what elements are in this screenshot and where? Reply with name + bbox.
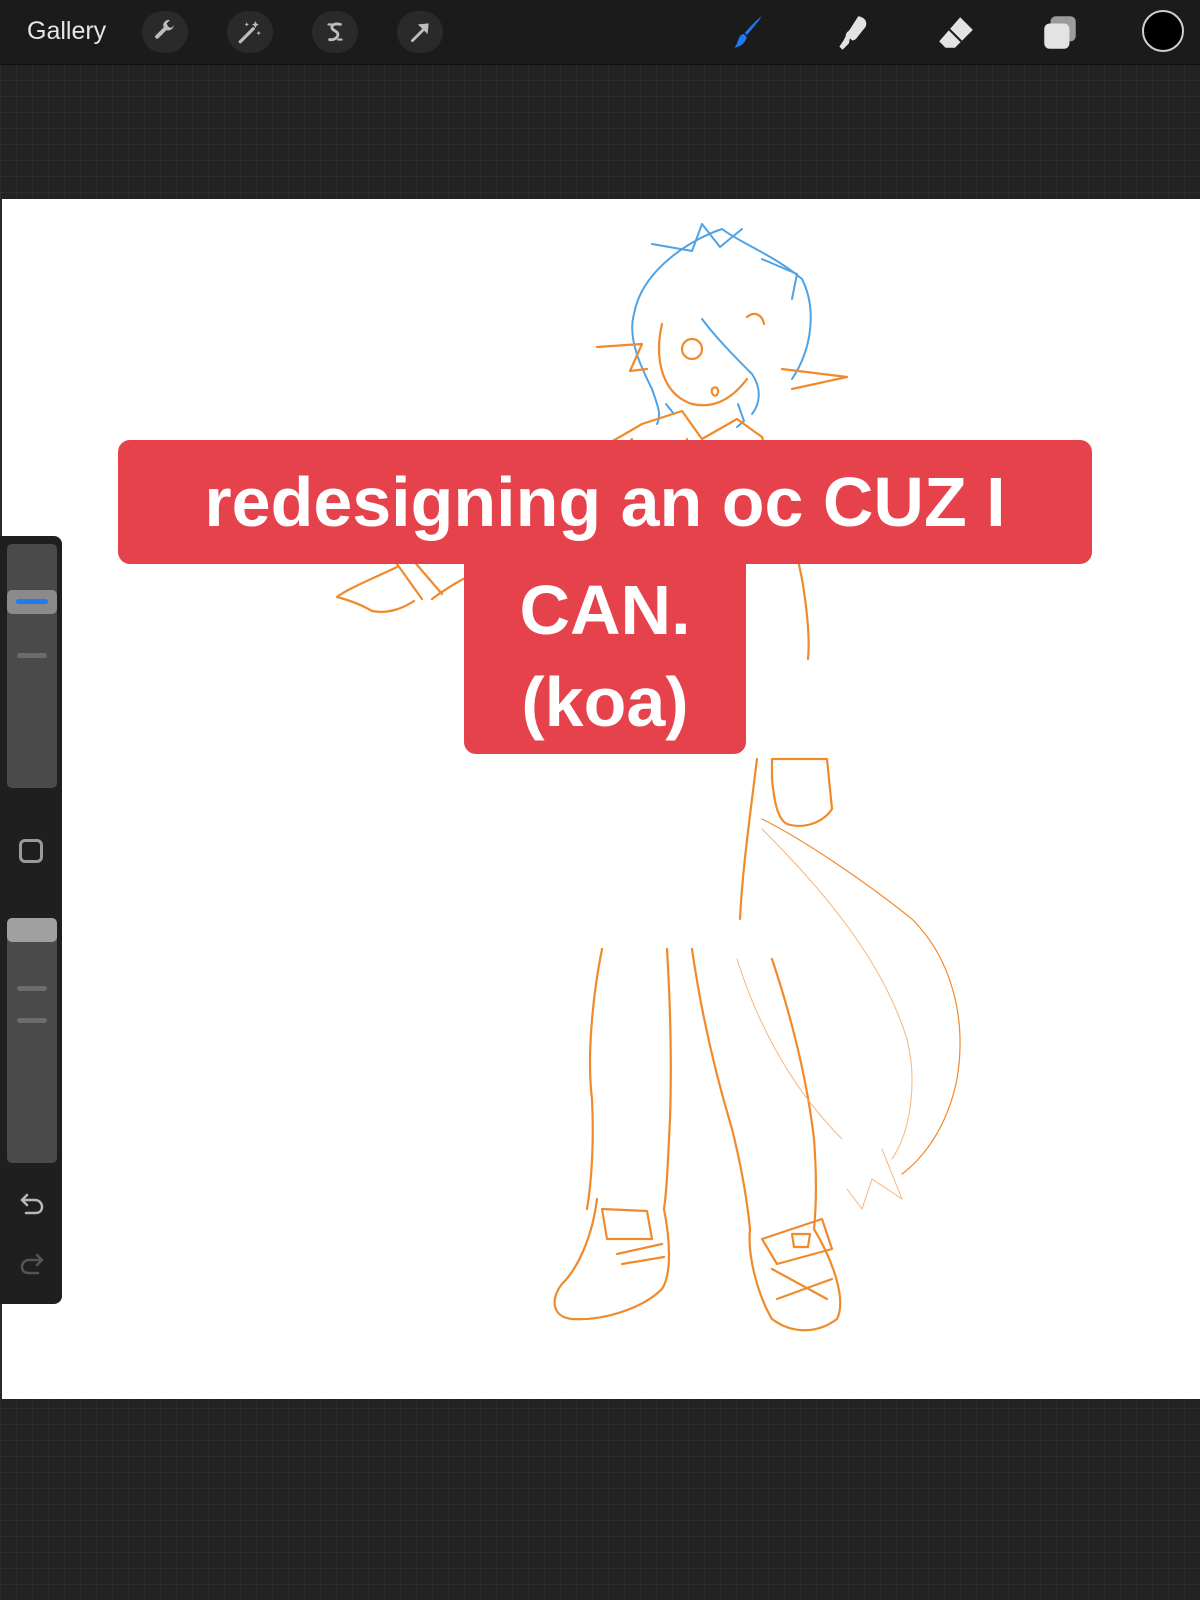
modify-button[interactable]	[19, 839, 43, 863]
layers-icon	[1044, 16, 1076, 49]
opacity-slider[interactable]	[7, 918, 57, 1163]
brush-icon	[734, 16, 762, 48]
transform-arrow-icon	[411, 23, 429, 43]
selection-button[interactable]	[312, 11, 358, 53]
wrench-icon	[155, 19, 175, 39]
magic-wand-icon	[238, 21, 261, 44]
eraser-icon	[939, 17, 973, 48]
opacity-handle[interactable]	[7, 918, 57, 942]
brush-size-handle[interactable]	[7, 590, 57, 615]
brush-size-slider[interactable]	[7, 544, 57, 788]
adjustments-button[interactable]	[227, 11, 273, 53]
opacity-tick	[17, 986, 47, 991]
transform-button[interactable]	[397, 11, 443, 53]
redo-button[interactable]	[17, 1248, 47, 1278]
actions-button[interactable]	[142, 11, 188, 53]
gallery-button[interactable]: Gallery	[27, 17, 106, 46]
layers-button[interactable]	[1037, 10, 1083, 56]
selection-icon	[327, 22, 343, 42]
character-sketch	[335, 223, 961, 1332]
drawing-canvas[interactable]	[2, 199, 1200, 1399]
undo-icon	[20, 1193, 44, 1215]
undo-button[interactable]	[17, 1188, 47, 1218]
smudge-button[interactable]	[829, 10, 875, 56]
brush-button[interactable]	[727, 10, 773, 56]
size-tick	[17, 653, 47, 658]
smudge-icon	[839, 16, 867, 50]
size-handle-indicator	[16, 599, 48, 605]
redo-icon	[20, 1253, 44, 1275]
left-sidebar	[0, 536, 62, 1304]
color-picker-button[interactable]	[1142, 10, 1184, 52]
top-toolbar: Gallery	[0, 0, 1200, 65]
eraser-button[interactable]	[933, 10, 979, 56]
opacity-tick	[17, 1018, 47, 1023]
